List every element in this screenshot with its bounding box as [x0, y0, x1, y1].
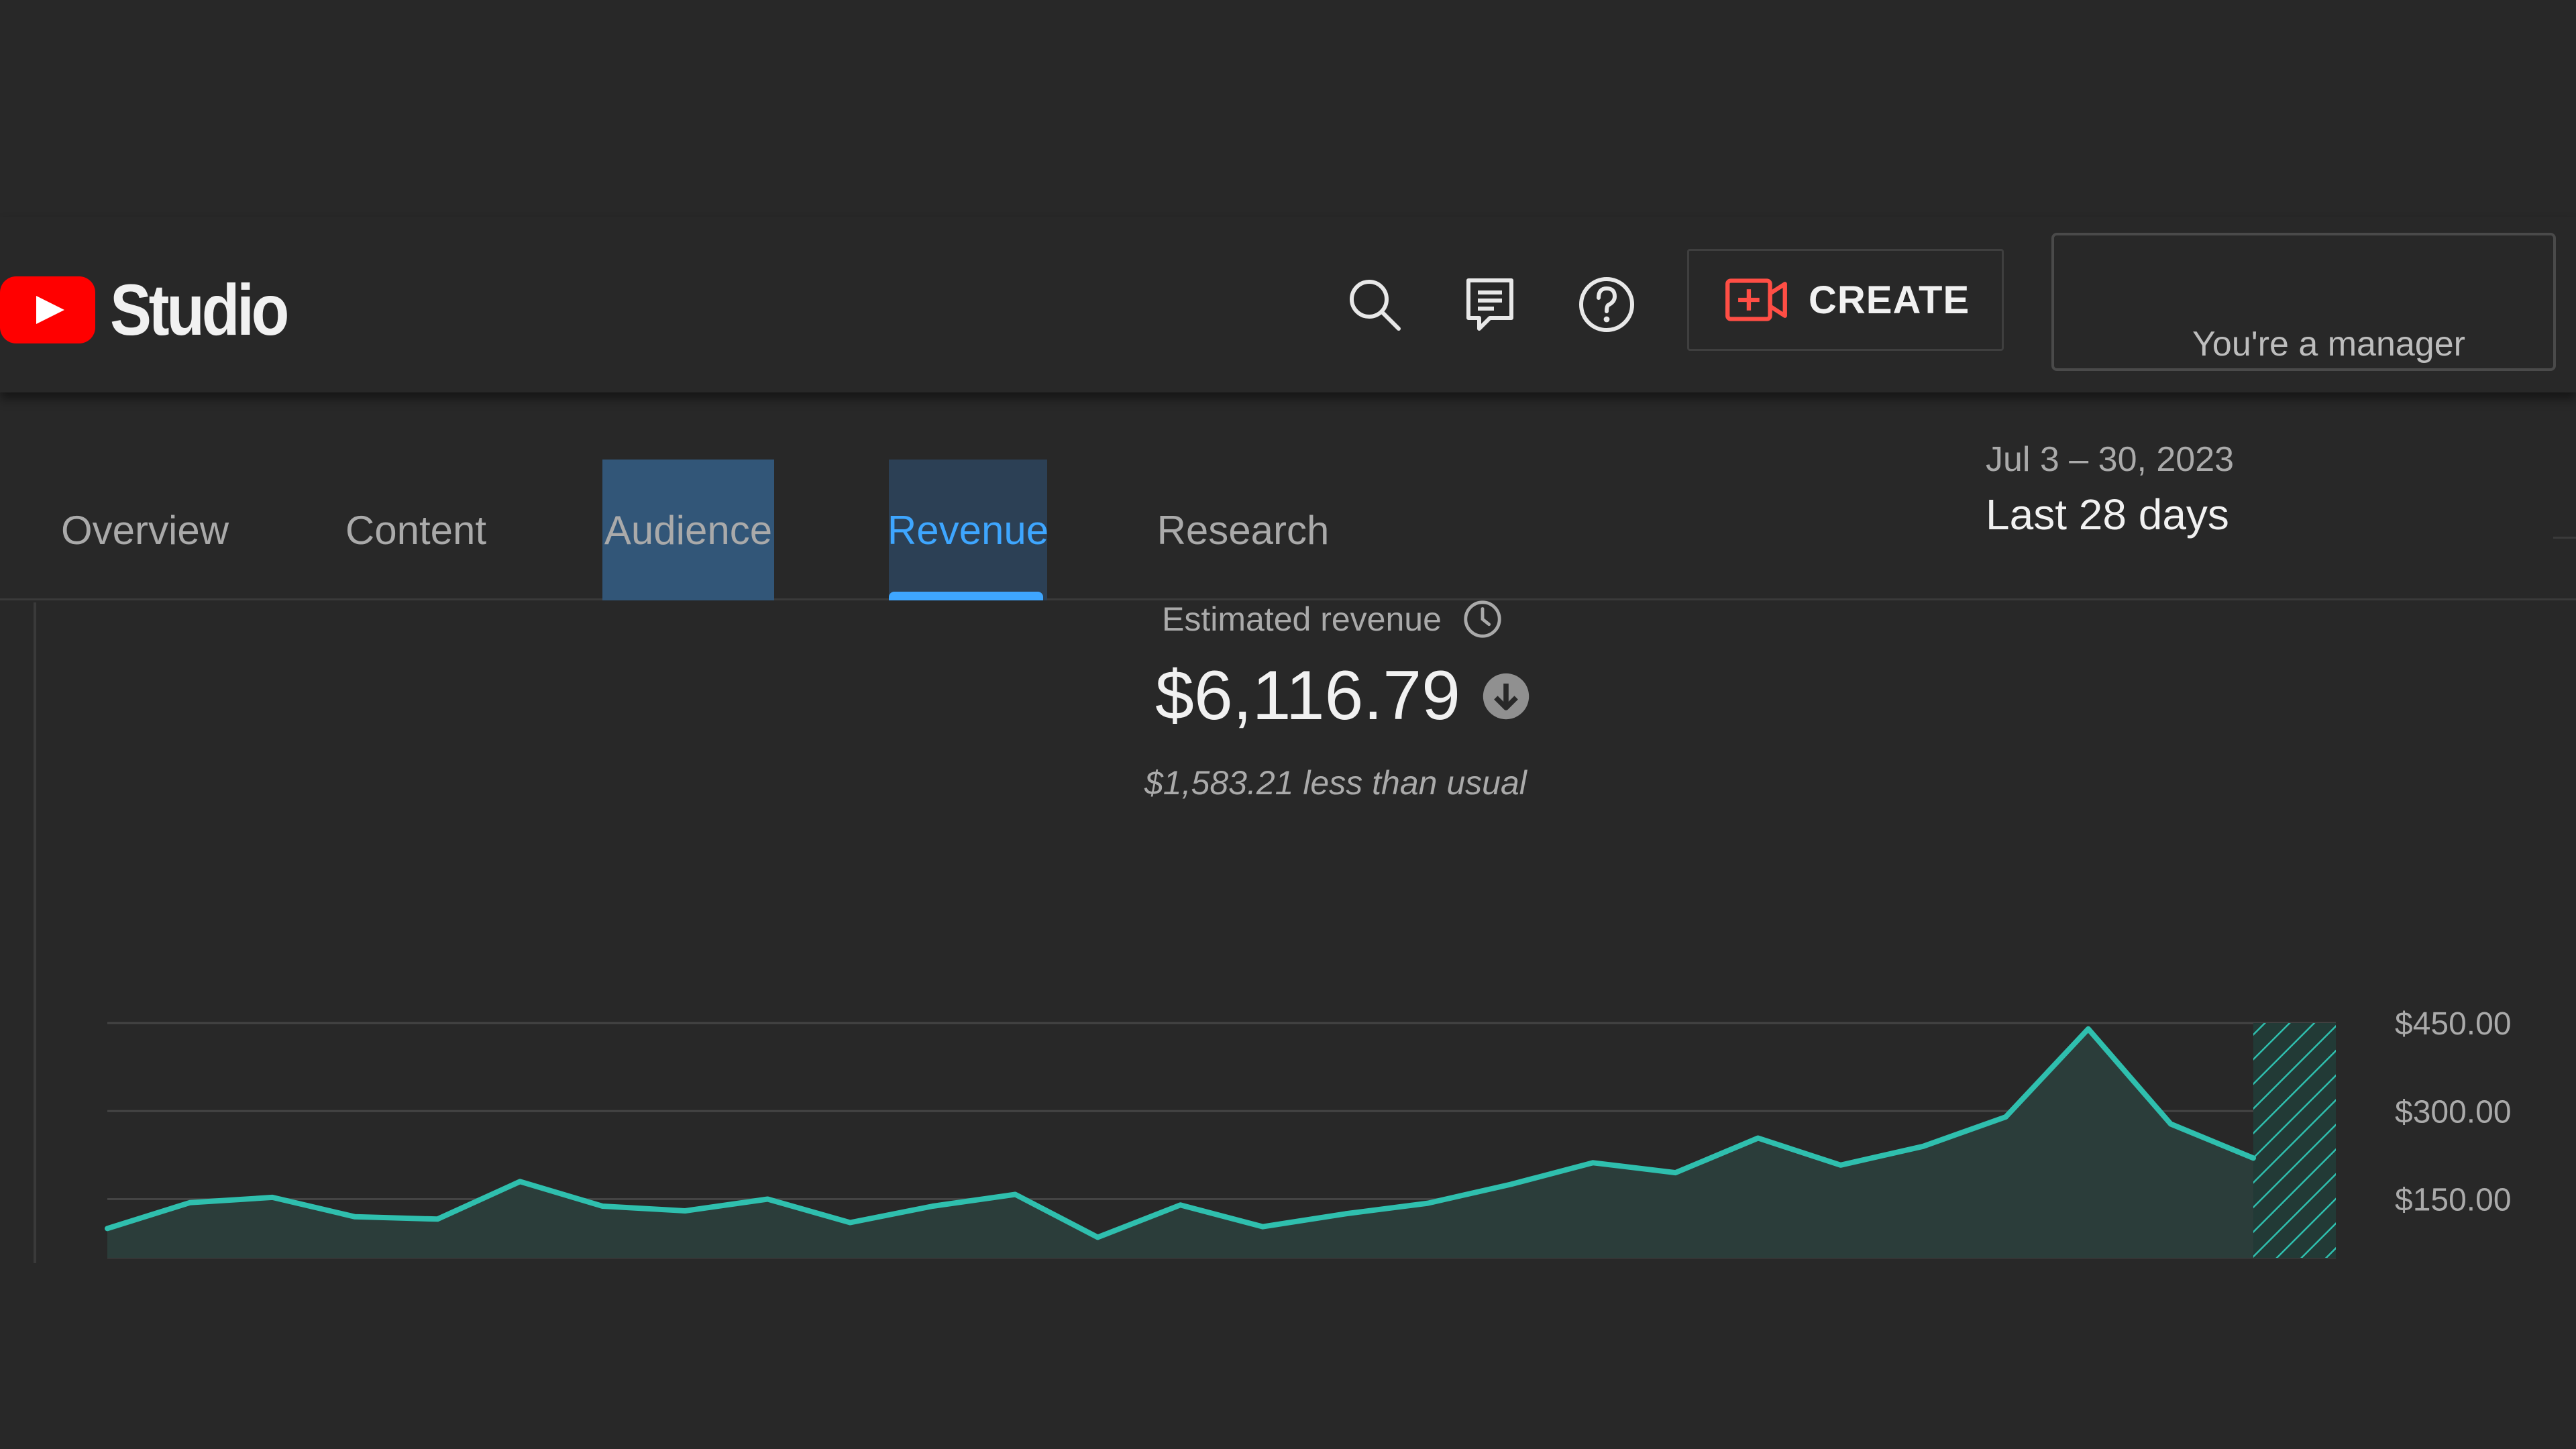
revenue-chart[interactable]: $150.00 $300.00 $450.00	[0, 993, 2576, 1275]
date-range-text[interactable]: Jul 3 – 30, 2023	[1986, 439, 2234, 480]
account-manager-box[interactable]: You're a manager	[2051, 233, 2556, 371]
tab-audience[interactable]: Audience	[602, 460, 774, 600]
feedback-icon	[1466, 278, 1513, 331]
metric-value-text: $6,116.79	[1155, 657, 1460, 735]
create-label: CREATE	[1809, 278, 1970, 322]
tab-content[interactable]: Content	[335, 460, 496, 600]
youtube-play-icon	[0, 276, 95, 343]
tab-revenue[interactable]: Revenue	[888, 460, 1049, 600]
metric-label: Estimated revenue	[1162, 598, 1503, 640]
help-icon	[1579, 277, 1634, 332]
y-tick-label: $150.00	[2395, 1183, 2512, 1218]
metric-value: $6,116.79	[1155, 656, 1532, 736]
divider	[2553, 537, 2576, 539]
analytics-tabs: Overview Content Audience Revenue Resear…	[0, 392, 2576, 600]
metric-comparison: $1,583.21 less than usual	[1144, 764, 1527, 802]
y-tick-label: $300.00	[2395, 1094, 2512, 1130]
search-button[interactable]	[1338, 268, 1411, 341]
studio-analytics-screen: Studio CREATE You're a manager Overview …	[0, 0, 2576, 1449]
metric-label-text: Estimated revenue	[1162, 600, 1442, 638]
feedback-button[interactable]	[1453, 268, 1527, 341]
tab-overview[interactable]: Overview	[58, 460, 232, 600]
clock-icon[interactable]	[1462, 598, 1503, 640]
incomplete-data-hatch	[2253, 1023, 2336, 1258]
search-icon	[1350, 280, 1401, 331]
y-tick-label: $450.00	[2395, 1006, 2512, 1042]
help-button[interactable]	[1570, 268, 1644, 341]
tab-research[interactable]: Research	[1152, 460, 1334, 600]
manager-role-text: You're a manager	[2192, 325, 2465, 364]
date-preset-text[interactable]: Last 28 days	[1986, 490, 2229, 539]
arrow-down-icon	[1483, 673, 1529, 719]
studio-logo[interactable]: Studio	[0, 268, 315, 352]
create-button[interactable]: CREATE	[1687, 249, 2004, 351]
create-video-icon	[1725, 278, 1787, 321]
top-app-bar: Studio CREATE You're a manager	[0, 217, 2576, 392]
logo-text: Studio	[110, 269, 289, 350]
